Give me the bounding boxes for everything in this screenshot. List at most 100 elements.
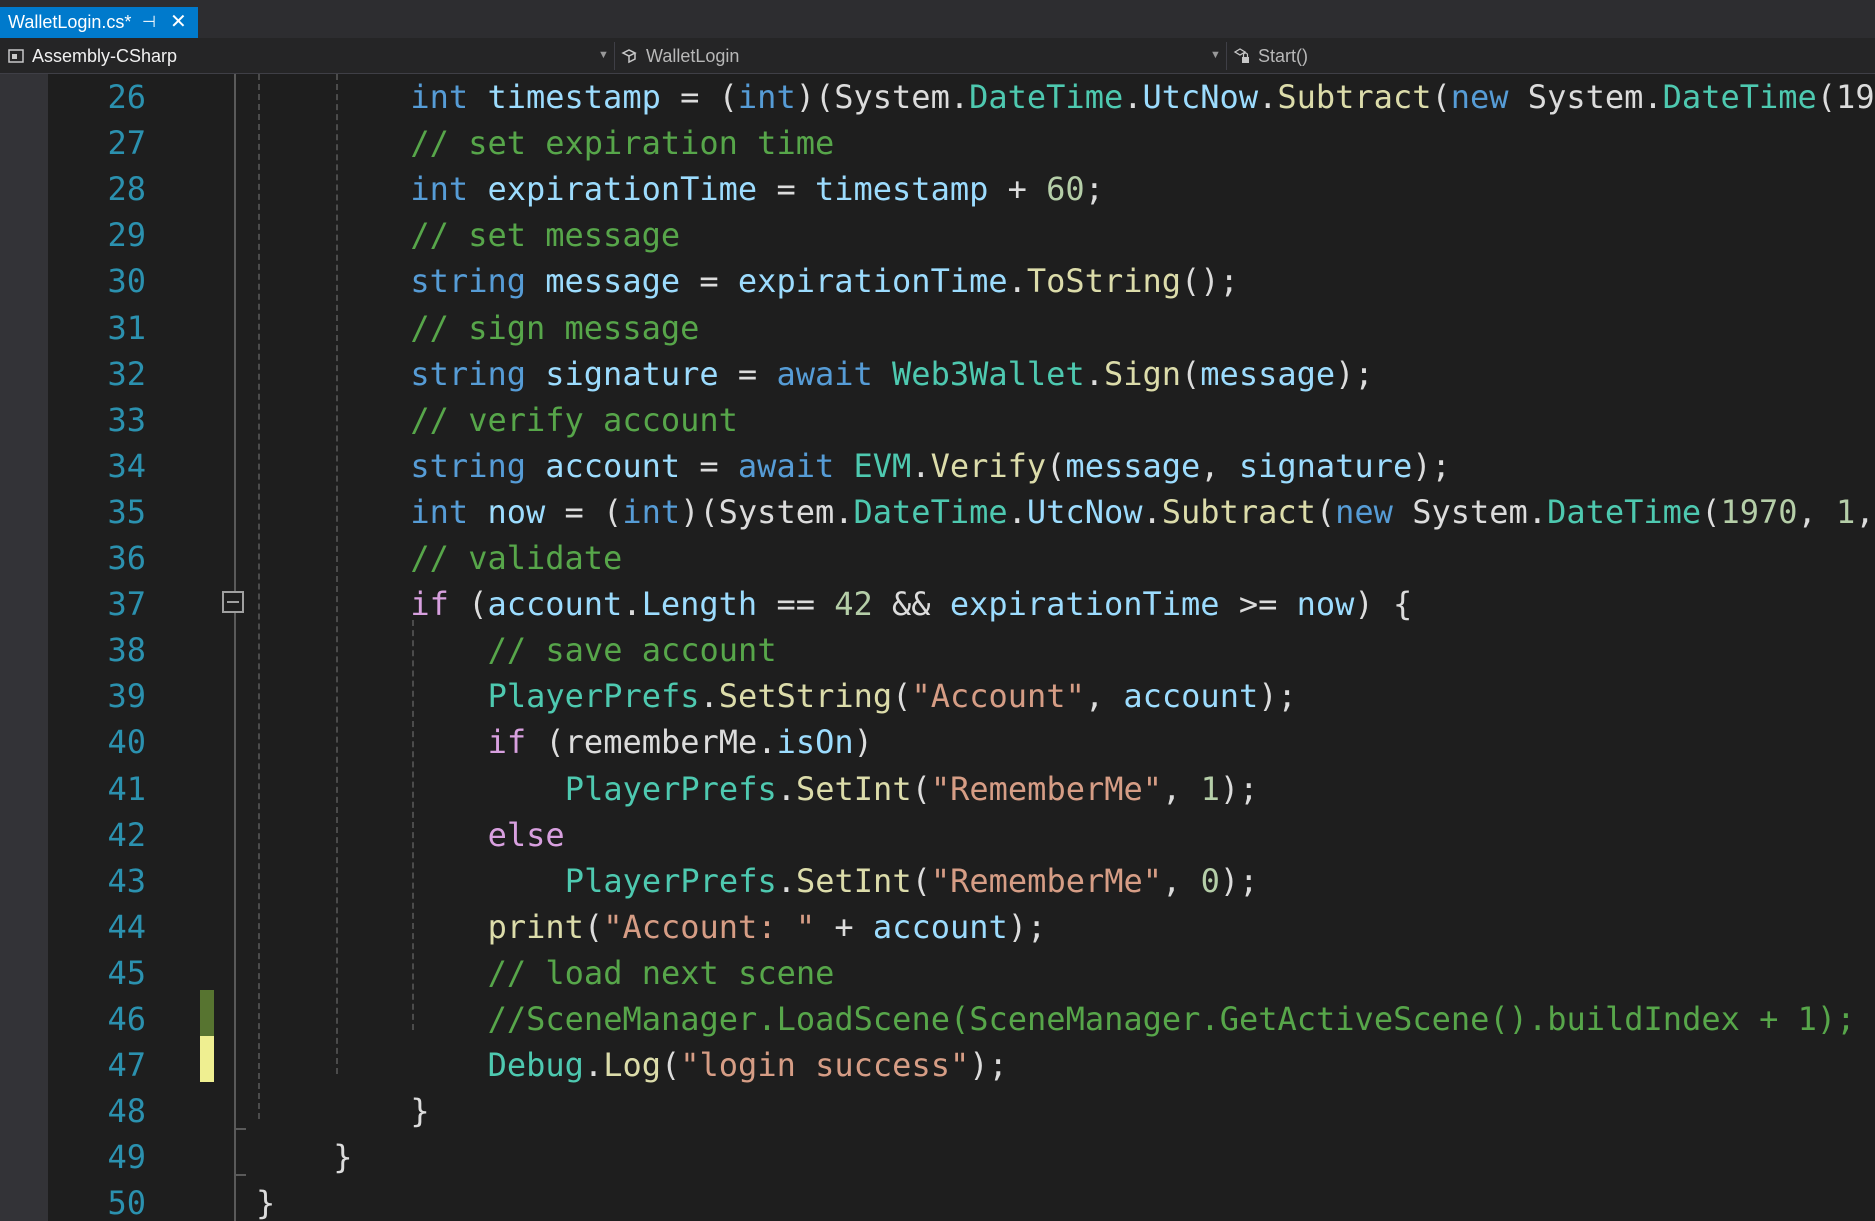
code-token: && xyxy=(872,585,950,624)
code-token: )(System. xyxy=(795,78,970,116)
line-number: 49 xyxy=(107,1138,146,1177)
code-line[interactable]: 49} xyxy=(0,1134,1875,1180)
line-number: 35 xyxy=(107,492,146,531)
code-token: await xyxy=(737,446,835,485)
code-token: ( xyxy=(1701,492,1721,531)
line-number: 26 xyxy=(107,78,146,116)
code-token: SetInt xyxy=(795,861,912,900)
code-token: ); xyxy=(1335,354,1374,393)
line-number: 39 xyxy=(107,677,146,716)
code-token: SetString xyxy=(718,677,893,716)
line-number: 33 xyxy=(107,400,146,439)
code-token: . xyxy=(1142,492,1162,531)
code-line[interactable]: 44 print("Account: " + account); xyxy=(0,904,1875,950)
code-line[interactable]: 42 else xyxy=(0,812,1875,858)
code-token: . xyxy=(776,769,796,808)
code-token: . xyxy=(911,446,931,485)
code-token: int xyxy=(410,170,469,209)
code-token: account xyxy=(545,446,681,485)
code-editor[interactable]: 26 int timestamp = (int)(System.DateTime.… xyxy=(0,74,1875,1221)
line-number: 37 xyxy=(107,585,146,624)
code-token: // validate xyxy=(410,539,623,577)
code-text: } xyxy=(333,1134,352,1180)
code-line[interactable]: 37 if (account.Length == 42 && expiration… xyxy=(0,581,1875,627)
code-line[interactable]: 28 int expirationTime = timestamp + 60; xyxy=(0,166,1875,212)
code-line[interactable]: 36 // validate xyxy=(0,535,1875,581)
code-token: "Account" xyxy=(911,677,1085,716)
code-line[interactable]: 40 if (rememberMe.isOn) xyxy=(0,719,1875,765)
tab-walletlogin[interactable]: WalletLogin.cs* ⊣ ✕ xyxy=(0,7,198,38)
code-token: . xyxy=(699,677,719,716)
method-lock-icon xyxy=(1232,47,1252,65)
code-token: else xyxy=(487,815,565,854)
code-token: = xyxy=(718,354,777,393)
tab-title: WalletLogin.cs* xyxy=(8,12,132,32)
code-token: expirationTime xyxy=(949,585,1220,624)
chevron-down-icon: ▼ xyxy=(1210,49,1221,61)
code-line[interactable]: 39 PlayerPrefs.SetString("Account", accou… xyxy=(0,673,1875,719)
code-token: (); xyxy=(1181,262,1239,301)
code-token: ); xyxy=(1219,769,1259,808)
code-text: string message = expirationTime.ToString… xyxy=(410,258,1238,304)
code-token: isOn xyxy=(776,723,854,762)
code-line[interactable]: 48} xyxy=(0,1088,1875,1134)
code-token: ( xyxy=(1431,78,1451,116)
code-token: int xyxy=(410,78,469,116)
code-token: , xyxy=(1162,861,1201,900)
code-token: account xyxy=(487,585,623,624)
line-number: 44 xyxy=(107,907,146,946)
code-line[interactable]: 47 Debug.Log("login success"); xyxy=(0,1042,1875,1088)
code-token: account xyxy=(1123,677,1259,716)
chevron-down-icon: ▼ xyxy=(598,49,609,61)
code-line[interactable]: 35 int now = (int)(System.DateTime.UtcNow… xyxy=(0,489,1875,535)
code-token: // load next scene xyxy=(487,953,835,992)
pin-icon[interactable]: ⊣ xyxy=(142,12,156,32)
code-line[interactable]: 41 PlayerPrefs.SetInt("RememberMe", 1); xyxy=(0,766,1875,812)
code-token: Verify xyxy=(930,446,1047,485)
code-line[interactable]: 30 string message = expirationTime.ToStri… xyxy=(0,258,1875,304)
member-label: Start() xyxy=(1258,45,1309,66)
code-token: Subtract xyxy=(1161,492,1316,531)
line-number: 38 xyxy=(107,631,146,670)
code-line[interactable]: 46 //SceneManager.LoadScene(SceneManager.… xyxy=(0,996,1875,1042)
code-token: message xyxy=(1065,446,1201,485)
code-token: == xyxy=(757,585,835,624)
line-number: 34 xyxy=(107,446,146,485)
code-text: // set message xyxy=(410,212,680,258)
code-token: = xyxy=(680,446,738,485)
code-token: "Account: " xyxy=(603,907,816,946)
code-line[interactable]: 34 string account = await EVM.Verify(mess… xyxy=(0,443,1875,489)
code-line[interactable]: 50} xyxy=(0,1180,1875,1221)
code-line[interactable]: 33 // verify account xyxy=(0,397,1875,443)
code-token: + xyxy=(815,907,873,946)
member-dropdown[interactable]: Start() xyxy=(1232,42,1872,70)
close-icon[interactable]: ✕ xyxy=(170,9,187,34)
code-token: 1970 xyxy=(1720,492,1798,531)
code-token: } xyxy=(410,1092,430,1131)
code-line[interactable]: 45 // load next scene xyxy=(0,950,1875,996)
code-text: // verify account xyxy=(410,397,738,443)
code-line[interactable]: 29 // set message xyxy=(0,212,1875,258)
code-line[interactable]: 43 PlayerPrefs.SetInt("RememberMe", 0); xyxy=(0,858,1875,904)
code-token: . xyxy=(776,861,796,900)
code-token: (rememberMe. xyxy=(526,723,777,762)
project-label: Assembly-CSharp xyxy=(32,45,178,66)
code-line[interactable]: 38 // save account xyxy=(0,627,1875,673)
code-text: PlayerPrefs.SetInt("RememberMe", 1); xyxy=(565,766,1259,812)
class-dropdown[interactable]: WalletLogin ▼ xyxy=(620,42,1222,70)
code-token: 42 xyxy=(834,585,873,624)
code-token: ( xyxy=(1181,354,1201,393)
line-number: 42 xyxy=(107,815,146,854)
code-token: ); xyxy=(1412,446,1451,485)
code-line[interactable]: 32 string signature = await Web3Wallet.Si… xyxy=(0,351,1875,397)
code-line[interactable]: 31 // sign message xyxy=(0,305,1875,351)
project-dropdown[interactable]: Assembly-CSharp ▼ xyxy=(6,42,609,70)
code-token: ( xyxy=(660,1046,681,1085)
code-line[interactable]: 27 // set expiration time xyxy=(0,120,1875,166)
code-token: . xyxy=(1007,262,1027,301)
code-line[interactable]: 26 int timestamp = (int)(System.DateTime.… xyxy=(0,74,1875,120)
